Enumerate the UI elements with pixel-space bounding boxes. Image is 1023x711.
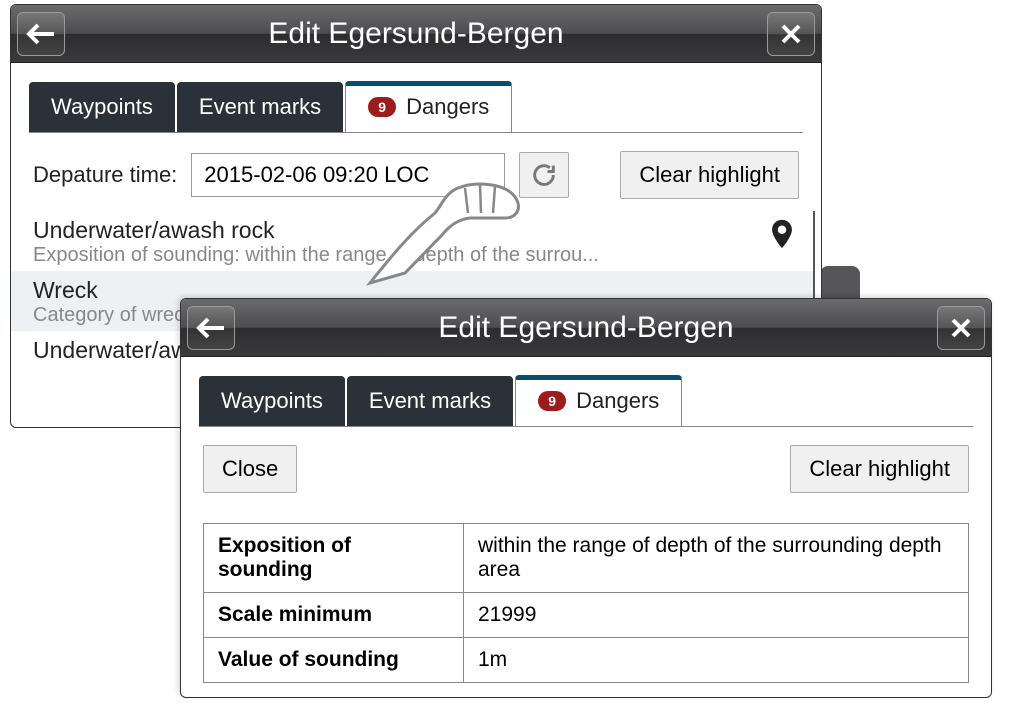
tab-event-marks[interactable]: Event marks — [177, 82, 343, 132]
danger-title: Underwater/awash rock — [33, 217, 791, 244]
tab-dangers-label: Dangers — [406, 94, 489, 120]
toolbar: Close Clear highlight — [181, 427, 991, 505]
back-button[interactable] — [187, 306, 235, 350]
detail-value: 1m — [464, 638, 969, 683]
detail-key: Exposition of sounding — [204, 524, 464, 593]
arrow-left-icon — [26, 22, 56, 46]
dangers-count-badge: 9 — [368, 97, 396, 117]
tab-event-marks[interactable]: Event marks — [347, 376, 513, 426]
table-row: Scale minimum 21999 — [204, 593, 969, 638]
tab-waypoints[interactable]: Waypoints — [199, 376, 345, 426]
refresh-button[interactable] — [519, 152, 569, 198]
close-icon — [949, 316, 973, 340]
titlebar: Edit Egersund-Bergen — [11, 5, 821, 63]
clear-highlight-button[interactable]: Clear highlight — [620, 151, 799, 199]
toolbar: Depature time: Clear highlight — [11, 133, 821, 211]
danger-detail-table: Exposition of sounding within the range … — [203, 523, 969, 683]
dangers-count-badge: 9 — [538, 391, 566, 411]
tab-bar: Waypoints Event marks 9 Dangers — [181, 357, 991, 426]
detail-key: Scale minimum — [204, 593, 464, 638]
back-button[interactable] — [17, 12, 65, 56]
refresh-icon — [530, 161, 558, 189]
close-icon — [779, 22, 803, 46]
map-pin-icon — [765, 217, 799, 256]
detail-key: Value of sounding — [204, 638, 464, 683]
tab-dangers[interactable]: 9 Dangers — [345, 81, 512, 132]
close-window-button[interactable] — [767, 12, 815, 56]
detail-value: 21999 — [464, 593, 969, 638]
tab-dangers-label: Dangers — [576, 388, 659, 414]
tab-waypoints[interactable]: Waypoints — [29, 82, 175, 132]
arrow-left-icon — [196, 316, 226, 340]
tab-dangers[interactable]: 9 Dangers — [515, 375, 682, 426]
tab-bar: Waypoints Event marks 9 Dangers — [11, 63, 821, 132]
window-title: Edit Egersund-Bergen — [241, 311, 931, 345]
window-title: Edit Egersund-Bergen — [71, 17, 761, 51]
table-row: Value of sounding 1m — [204, 638, 969, 683]
titlebar: Edit Egersund-Bergen — [181, 299, 991, 357]
clear-highlight-button[interactable]: Clear highlight — [790, 445, 969, 493]
detail-value: within the range of depth of the surroun… — [464, 524, 969, 593]
departure-time-input[interactable] — [191, 153, 505, 197]
departure-time-label: Depature time: — [33, 162, 177, 188]
edit-route-window-detail: Edit Egersund-Bergen Waypoints Event mar… — [180, 298, 992, 698]
table-row: Exposition of sounding within the range … — [204, 524, 969, 593]
danger-list-item[interactable]: Underwater/awash rock Exposition of soun… — [11, 211, 815, 271]
close-detail-button[interactable]: Close — [203, 445, 297, 493]
danger-subtitle: Exposition of sounding: within the range… — [33, 244, 791, 267]
close-window-button[interactable] — [937, 306, 985, 350]
